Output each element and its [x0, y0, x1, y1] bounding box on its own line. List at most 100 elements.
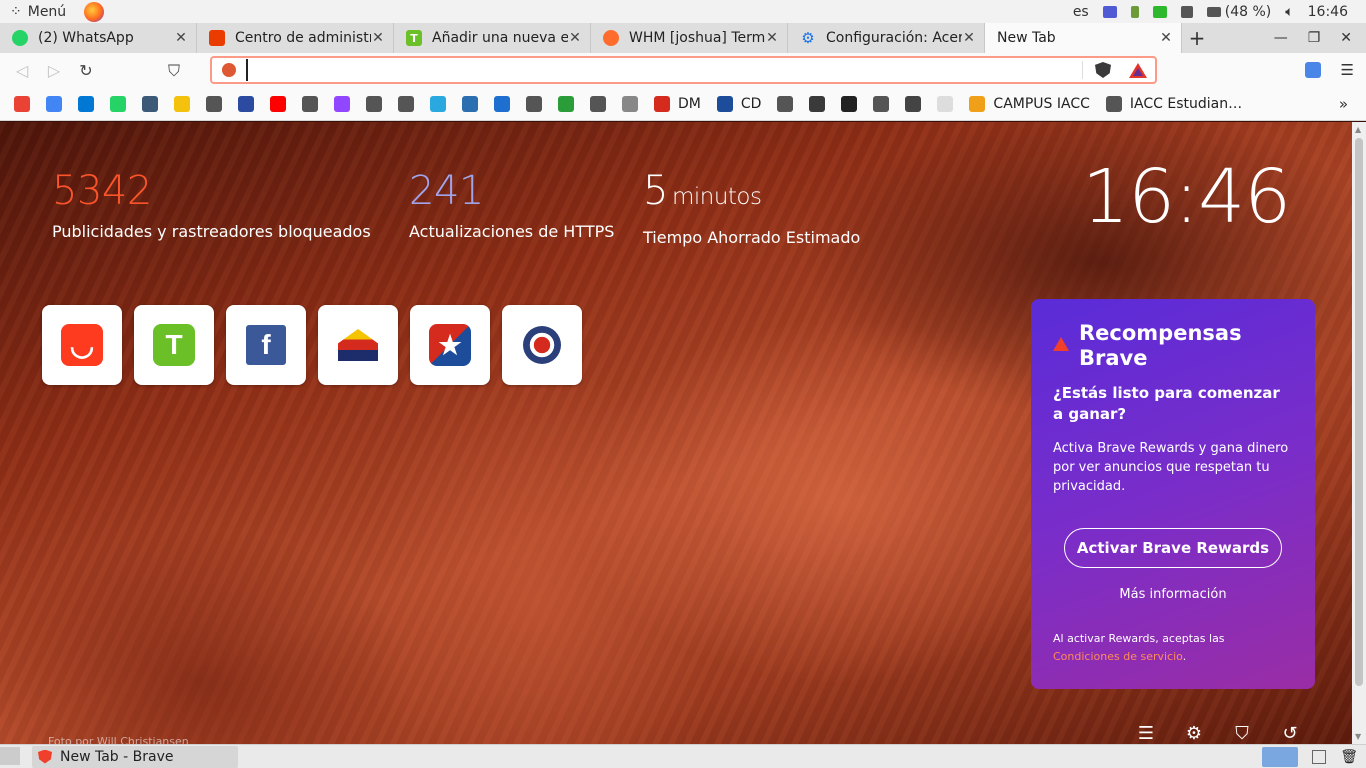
- battery-percent: (48 %): [1224, 3, 1272, 20]
- top-site-t[interactable]: T: [134, 305, 214, 385]
- teams-icon[interactable]: [1102, 5, 1117, 18]
- top-site-star[interactable]: ★: [410, 305, 490, 385]
- trash-icon[interactable]: 🗑︎: [1340, 749, 1358, 765]
- bookmark-icon[interactable]: ⛉: [158, 61, 190, 81]
- bookmark-item[interactable]: [174, 93, 190, 115]
- bookmark-item[interactable]: DM: [654, 93, 701, 115]
- scroll-up-icon[interactable]: ▲: [1355, 125, 1361, 134]
- update-icon[interactable]: [1152, 5, 1167, 18]
- bookmark-favicon-icon: [142, 96, 158, 112]
- scrollbar-thumb[interactable]: [1355, 138, 1363, 686]
- bookmark-item[interactable]: [334, 93, 350, 115]
- scroll-down-icon[interactable]: ▼: [1355, 732, 1361, 741]
- bookmark-item[interactable]: IACC Estudian…: [1105, 93, 1242, 115]
- bookmark-item[interactable]: [110, 93, 126, 115]
- bookmark-item[interactable]: [238, 93, 254, 115]
- tos-prefix: Al activar Rewards, aceptas las: [1053, 632, 1225, 645]
- bookmark-item[interactable]: [494, 93, 510, 115]
- more-info-link[interactable]: Más información: [1053, 587, 1293, 602]
- minimize-icon[interactable]: —: [1274, 30, 1288, 46]
- close-tab-icon[interactable]: ✕: [765, 30, 779, 46]
- show-desktop-button[interactable]: [0, 747, 20, 765]
- bookmark-item[interactable]: [590, 93, 606, 115]
- new-tab-page: 5342 Publicidades y rastreadores bloquea…: [0, 122, 1352, 744]
- bookmark-item[interactable]: [841, 93, 858, 115]
- house-icon: [338, 329, 378, 361]
- activate-rewards-button[interactable]: Activar Brave Rewards: [1064, 528, 1282, 568]
- bookmark-item[interactable]: [809, 93, 826, 115]
- tab-new-tab[interactable]: New Tab ✕: [985, 23, 1182, 53]
- tab-add-entry[interactable]: T Añadir una nueva en ✕: [394, 23, 591, 53]
- photo-credit[interactable]: Foto por Will Christiansen: [48, 735, 189, 744]
- close-tab-icon[interactable]: ✕: [1159, 30, 1173, 46]
- tool-icon[interactable]: [1130, 5, 1139, 18]
- brave-shields-icon[interactable]: [1095, 62, 1111, 78]
- keyboard-layout[interactable]: es: [1073, 4, 1089, 20]
- bookmark-item[interactable]: [46, 93, 62, 115]
- close-tab-icon[interactable]: ✕: [962, 30, 976, 46]
- terms-of-service-link[interactable]: Condiciones de servicio: [1053, 650, 1183, 663]
- bookmark-item[interactable]: [270, 93, 286, 115]
- top-site-house[interactable]: [318, 305, 398, 385]
- restore-icon[interactable]: ❐: [1308, 30, 1321, 46]
- bookmark-item[interactable]: CD: [716, 93, 761, 115]
- tab-title: Centro de administra: [235, 30, 371, 46]
- settings-icon[interactable]: ⚙: [1184, 724, 1204, 744]
- tab-admin-center[interactable]: Centro de administra ✕: [197, 23, 394, 53]
- url-input[interactable]: [246, 59, 1076, 81]
- tab-settings[interactable]: ⚙ Configuración: Acer ✕: [788, 23, 985, 53]
- bookmark-item[interactable]: [937, 93, 954, 115]
- history-icon[interactable]: ↺: [1280, 724, 1300, 744]
- reload-icon[interactable]: ↻: [70, 61, 102, 80]
- network-icon[interactable]: [1180, 5, 1193, 18]
- bookmark-item[interactable]: [206, 93, 222, 115]
- bookmark-item[interactable]: [14, 93, 30, 115]
- bookmark-item[interactable]: [302, 93, 318, 115]
- app-menu-button[interactable]: ⁘ Menú: [0, 4, 66, 20]
- bookmark-item[interactable]: CAMPUS IACC: [969, 93, 1090, 115]
- system-tray: es (48 %) 🔈︎ 16:46: [1073, 4, 1366, 20]
- address-bar[interactable]: [210, 56, 1157, 84]
- bookmark-item[interactable]: [430, 93, 446, 115]
- tab-whm[interactable]: WHM [joshua] Termi ✕: [591, 23, 788, 53]
- taskbar-window-brave[interactable]: New Tab - Brave: [32, 745, 238, 768]
- volume-icon[interactable]: 🔈︎: [1285, 4, 1293, 20]
- battery-indicator[interactable]: (48 %): [1206, 3, 1272, 20]
- bookmark-item[interactable]: [526, 93, 542, 115]
- customize-icon[interactable]: ☰: [1136, 724, 1156, 744]
- taskbar: New Tab - Brave 🗑︎: [0, 744, 1366, 768]
- top-site-facebook[interactable]: f: [226, 305, 306, 385]
- close-tab-icon[interactable]: ✕: [371, 30, 385, 46]
- bookmark-item[interactable]: [462, 93, 478, 115]
- close-tab-icon[interactable]: ✕: [174, 30, 188, 46]
- firefox-icon[interactable]: [84, 1, 105, 22]
- bookmark-item[interactable]: [777, 93, 794, 115]
- new-tab-button[interactable]: +: [1182, 23, 1212, 53]
- top-site-seal[interactable]: [502, 305, 582, 385]
- top-site-aliexpress[interactable]: ◡: [42, 305, 122, 385]
- brave-rewards-icon[interactable]: [1129, 62, 1147, 78]
- translate-icon[interactable]: [1304, 62, 1321, 78]
- system-clock[interactable]: 16:46: [1308, 4, 1348, 20]
- bookmarks-icon[interactable]: ⛉: [1232, 724, 1252, 744]
- bookmark-item[interactable]: [366, 93, 382, 115]
- back-icon[interactable]: ◁: [6, 61, 38, 80]
- tab-whatsapp[interactable]: (2) WhatsApp ✕: [0, 23, 197, 53]
- more-bookmarks-icon[interactable]: »: [1339, 95, 1348, 113]
- bookmark-item[interactable]: [873, 93, 890, 115]
- page-scrollbar[interactable]: ▲ ▼: [1352, 122, 1366, 744]
- close-window-icon[interactable]: ✕: [1340, 30, 1352, 46]
- duckduckgo-icon: [222, 63, 236, 77]
- bookmark-favicon-icon: [206, 96, 222, 112]
- close-tab-icon[interactable]: ✕: [568, 30, 582, 46]
- window-list-icon[interactable]: [1312, 749, 1327, 764]
- hamburger-menu-icon[interactable]: ☰: [1341, 61, 1354, 79]
- bookmark-item[interactable]: [905, 93, 922, 115]
- workspace-switcher[interactable]: [1262, 746, 1299, 767]
- bookmark-item[interactable]: [558, 93, 574, 115]
- bookmark-item[interactable]: [78, 93, 94, 115]
- bookmark-item[interactable]: [142, 93, 158, 115]
- bookmark-item[interactable]: [398, 93, 414, 115]
- bookmark-item[interactable]: [622, 93, 638, 115]
- forward-icon[interactable]: ▷: [38, 61, 70, 80]
